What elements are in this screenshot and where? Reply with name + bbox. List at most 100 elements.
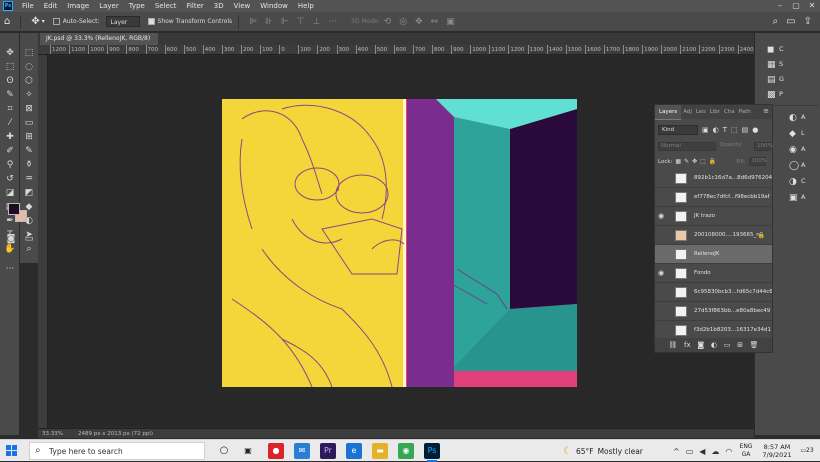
lasso-tool-icon[interactable]: ʘ (3, 75, 17, 87)
fill-field[interactable]: 100% (748, 157, 767, 166)
wifi-icon[interactable]: ◠ (725, 447, 732, 456)
lock-transparent-icon[interactable]: ▦ (675, 158, 681, 165)
menu-image[interactable]: Image (62, 0, 94, 12)
menu-edit[interactable]: Edit (39, 0, 63, 12)
auto-select-dropdown[interactable]: Layer (105, 16, 140, 27)
channels-panel-icon[interactable]: ◑ (789, 177, 797, 187)
photoshop-taskbar-icon[interactable]: Ps (424, 443, 440, 462)
more-options-icon[interactable]: ··· (328, 17, 337, 27)
lock-pixels-icon[interactable]: ✎ (684, 158, 689, 165)
lock-position-icon[interactable]: ✥ (692, 158, 697, 165)
link-icon[interactable]: ⛓ (668, 341, 677, 349)
adjustments-panel-icon[interactable]: ◐ (789, 113, 797, 123)
menu-filter[interactable]: Filter (181, 0, 208, 12)
swatches-panel-icon[interactable]: ▦ (767, 60, 776, 70)
menu-select[interactable]: Select (150, 0, 182, 12)
actions-panel-icon[interactable]: ◉ (789, 145, 797, 155)
file-explorer-icon[interactable]: ▬ (372, 443, 388, 459)
filter-toggle-icon[interactable]: ● (752, 126, 758, 134)
tab-paths[interactable]: Path (737, 105, 753, 119)
maximize-icon[interactable]: ▢ (788, 0, 804, 12)
trash-icon[interactable]: 🗑 (750, 341, 759, 349)
background-eraser-icon[interactable]: ◩ (22, 187, 36, 199)
tab-learn[interactable]: Leo (694, 105, 708, 119)
menu-window[interactable]: Window (255, 0, 293, 12)
align-right-icon[interactable]: ⊩ (281, 17, 289, 27)
color-panel-icon[interactable]: ◼ (767, 45, 774, 55)
panel-menu-icon[interactable]: ≡ (763, 107, 769, 115)
menu-file[interactable]: File (17, 0, 39, 12)
layer-row[interactable]: ef778ec7dfcf...f98ecbb19af (655, 188, 772, 207)
chrome-icon[interactable]: ◉ (398, 443, 414, 459)
eye-icon[interactable]: ◉ (658, 269, 667, 277)
foreground-color-swatch[interactable] (8, 203, 20, 215)
info-panel-icon[interactable]: ◯ (789, 161, 799, 171)
opacity-field[interactable]: 100% (754, 142, 773, 151)
align-top-icon[interactable]: ⊤ (297, 17, 305, 27)
menu-type[interactable]: Type (124, 0, 150, 12)
document-tab[interactable]: JK.psd @ 33.3% (RellenoJK, RGB/8) *✕ (40, 33, 158, 54)
close-icon[interactable]: ✕ (804, 0, 820, 12)
folder-icon[interactable]: ▭ (724, 341, 731, 349)
align-middle-icon[interactable]: ⊥ (313, 17, 321, 27)
paths-panel-icon[interactable]: ▣ (789, 193, 798, 203)
tab-libraries[interactable]: Libr (708, 105, 722, 119)
eye-icon[interactable]: ◉ (658, 212, 667, 220)
pattern-stamp-icon[interactable]: ⚱ (22, 159, 36, 171)
eyedropper-icon[interactable]: ⁄ (3, 117, 17, 129)
auto-select-checkbox[interactable] (52, 18, 60, 25)
notification-center[interactable]: ▭23 (797, 444, 817, 458)
layer-row[interactable]: f3d2b1b8203...16317e34d1 (655, 321, 772, 337)
3d-orbit-icon[interactable]: ⟲ (384, 17, 392, 27)
document-canvas[interactable] (222, 99, 577, 387)
3d-pan-icon[interactable]: ✥ (415, 17, 423, 27)
taskbar-search-input[interactable]: ⌕ Type here to search (29, 442, 205, 460)
search-icon[interactable]: ⌕ (773, 16, 779, 27)
layer-row[interactable]: 27d53f863bb...e80a8bec49 (655, 302, 772, 321)
3d-slide-icon[interactable]: ⇔ (431, 17, 439, 27)
3d-roll-icon[interactable]: ◎ (399, 17, 407, 27)
polygonal-lasso-icon[interactable]: ⬡ (22, 75, 36, 87)
filter-shape-icon[interactable]: ⬚ (731, 126, 738, 134)
new-layer-icon[interactable]: ⊞ (737, 341, 743, 349)
zoom-level[interactable]: 33.33% (42, 429, 63, 439)
more-tools-icon[interactable]: ··· (3, 263, 17, 275)
align-left-icon[interactable]: ⊫ (249, 17, 257, 27)
slice-tool-icon[interactable]: ⊠ (22, 103, 36, 115)
lock-artboard-icon[interactable]: ⬚ (700, 158, 706, 165)
clone-stamp-icon[interactable]: ⚲ (3, 159, 17, 171)
patterns-panel-icon[interactable]: ▩ (767, 90, 776, 100)
layer-row[interactable]: RellenoJK (655, 245, 772, 264)
lock-all-icon[interactable]: 🔒 (709, 158, 716, 165)
chevron-down-icon[interactable]: ▾ (42, 18, 45, 25)
language-indicator[interactable]: ENG GA (736, 443, 756, 459)
quick-select-icon[interactable]: ✎ (3, 89, 17, 101)
filter-adjustment-icon[interactable]: ◐ (713, 126, 719, 134)
filter-smart-icon[interactable]: ▤ (742, 126, 749, 134)
volume-icon[interactable]: ◀ (699, 447, 705, 456)
minimize-icon[interactable]: – (772, 0, 788, 12)
brush-tool-icon[interactable]: ✐ (3, 145, 17, 157)
layer-row[interactable]: 6c95830bcb3...fd65c7d44c6 (655, 283, 772, 302)
filter-pixel-icon[interactable]: ▣ (702, 126, 709, 134)
layer-row[interactable]: 892b1c16d7a...8d6d976204 (655, 169, 772, 188)
menu-view[interactable]: View (229, 0, 256, 12)
ruler-tool-icon[interactable]: ▭ (22, 117, 36, 129)
edge-icon[interactable]: e (346, 443, 362, 459)
gradients-panel-icon[interactable]: ▤ (767, 75, 776, 85)
app-red-icon[interactable]: ● (268, 443, 284, 459)
network-icon[interactable]: ▭ (686, 447, 694, 456)
move-tool-icon[interactable]: ✥ (31, 16, 39, 27)
premiere-icon[interactable]: Pr (320, 443, 336, 459)
align-center-icon[interactable]: ⊪ (265, 17, 273, 27)
menu-layer[interactable]: Layer (94, 0, 124, 12)
menu-3d[interactable]: 3D (209, 0, 229, 12)
workspace-icon[interactable]: ▭ (786, 16, 795, 27)
healing-brush-icon[interactable]: ✚ (3, 131, 17, 143)
cortana-icon[interactable]: ○ (216, 443, 232, 459)
tab-layers[interactable]: Layers (655, 104, 682, 120)
windows-start-icon[interactable] (6, 445, 17, 456)
adjustment-icon[interactable]: ◐ (711, 341, 717, 349)
menu-help[interactable]: Help (293, 0, 319, 12)
screen-mode-icon[interactable]: ▭ (22, 233, 36, 245)
